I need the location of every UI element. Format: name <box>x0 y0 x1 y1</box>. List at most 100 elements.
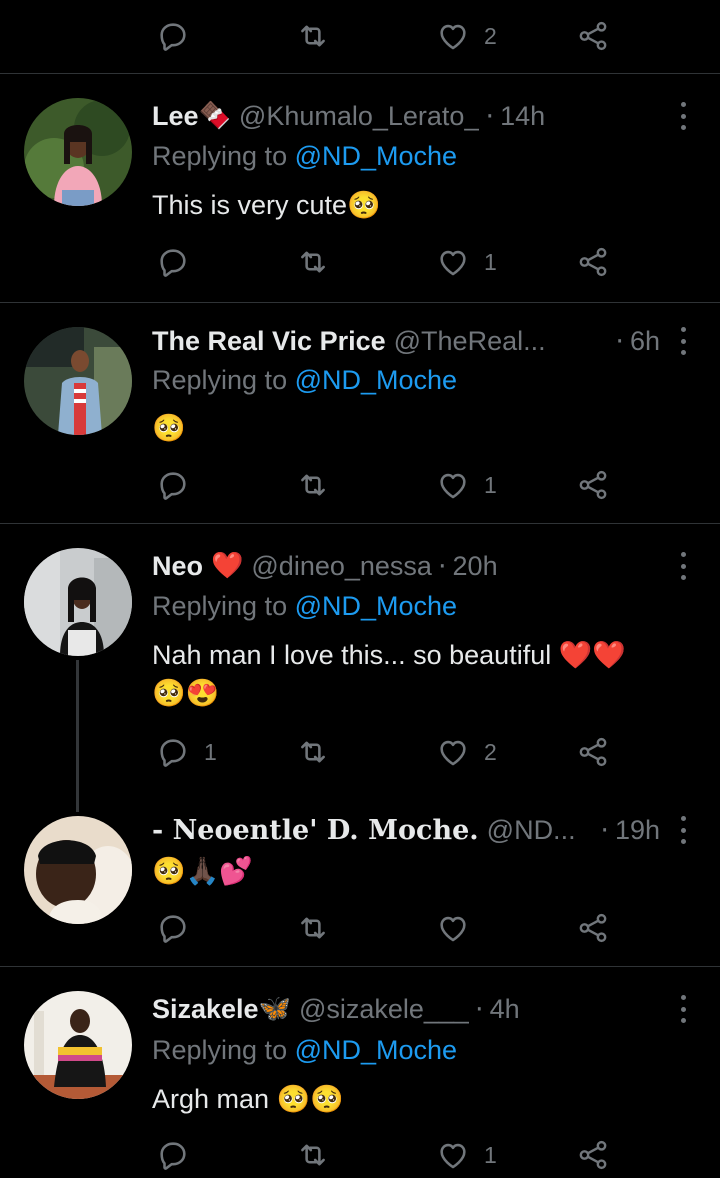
tweet-text: 🥺🙏🏿💕 <box>152 856 253 886</box>
reply-button[interactable]: 1 <box>156 732 217 772</box>
display-name[interactable]: - Neoentle' D. Moche. <box>152 815 479 846</box>
timestamp[interactable]: 19h <box>615 815 660 846</box>
action-bar: 1 <box>152 465 632 505</box>
avatar[interactable] <box>24 991 132 1099</box>
share-button[interactable] <box>576 16 610 56</box>
like-button[interactable]: 2 <box>436 732 497 772</box>
heart-icon <box>436 911 470 945</box>
action-bar <box>152 908 632 948</box>
tweet-header: The Real Vic Price @TheReal... · 6h <box>152 321 660 361</box>
more-options-icon[interactable] <box>676 552 690 580</box>
action-bar: 1 <box>152 1135 632 1175</box>
tweet-text-line: 🥺😍 <box>152 678 220 708</box>
tweet-header: - Neoentle' D. Moche. @ND... · 19h <box>152 810 660 850</box>
reply-count: 1 <box>204 738 217 765</box>
share-icon <box>576 1138 610 1172</box>
retweet-button[interactable] <box>296 242 330 282</box>
retweet-button[interactable] <box>296 1135 330 1175</box>
more-options-icon[interactable] <box>676 102 690 130</box>
mention-link[interactable]: @ND_Moche <box>295 1035 457 1065</box>
display-name[interactable]: Lee <box>152 101 199 132</box>
avatar[interactable] <box>24 327 132 435</box>
avatar[interactable] <box>24 816 132 924</box>
reply-tweet[interactable]: Lee 🍫 @Khumalo_Lerato_ · 14h Replying to… <box>0 74 720 302</box>
share-icon <box>576 245 610 279</box>
reply-button[interactable] <box>156 465 190 505</box>
retweet-icon <box>296 19 330 53</box>
user-handle[interactable]: @TheReal... <box>394 326 546 357</box>
action-bar: 2 <box>152 16 632 56</box>
share-icon <box>576 911 610 945</box>
mention-link[interactable]: @ND_Moche <box>295 591 457 621</box>
reply-button[interactable] <box>156 242 190 282</box>
timestamp[interactable]: 20h <box>453 551 498 582</box>
timestamp[interactable]: 4h <box>490 994 520 1025</box>
tweet-header: Neo ❤️ @dineo_nessa · 20h <box>152 546 660 586</box>
reply-tweet[interactable]: The Real Vic Price @TheReal... · 6h Repl… <box>0 303 720 523</box>
heart-icon <box>436 1138 470 1172</box>
like-button[interactable] <box>436 908 470 948</box>
share-icon <box>576 468 610 502</box>
retweet-button[interactable] <box>296 908 330 948</box>
timestamp[interactable]: 6h <box>630 326 660 357</box>
reply-icon <box>156 1138 190 1172</box>
tweet-text: Nah man I love this... so beautiful ❤️❤️… <box>152 636 680 712</box>
retweet-icon <box>296 911 330 945</box>
separator-dot: · <box>485 100 495 132</box>
share-button[interactable] <box>576 242 610 282</box>
like-button[interactable]: 2 <box>436 16 497 56</box>
retweet-button[interactable] <box>296 465 330 505</box>
replying-to: Replying to @ND_Moche <box>152 1035 457 1066</box>
user-handle[interactable]: @sizakele___ <box>299 994 469 1025</box>
tweet-text: Argh man 🥺🥺 <box>152 1084 344 1114</box>
reply-tweet[interactable]: - Neoentle' D. Moche. @ND... · 19h 🥺🙏🏿💕 <box>0 806 720 966</box>
tweet-text: This is very cute🥺 <box>152 190 381 220</box>
share-button[interactable] <box>576 465 610 505</box>
separator-dot: · <box>474 993 484 1025</box>
reply-icon <box>156 911 190 945</box>
tweet-text: 🥺 <box>152 413 186 443</box>
separator-dot: · <box>615 325 624 357</box>
separator-dot: · <box>437 550 447 582</box>
more-options-icon[interactable] <box>676 816 690 844</box>
share-button[interactable] <box>576 732 610 772</box>
mention-link[interactable]: @ND_Moche <box>295 365 457 395</box>
replying-label: Replying to <box>152 1035 288 1065</box>
retweet-button[interactable] <box>296 732 330 772</box>
more-options-icon[interactable] <box>676 327 690 355</box>
reply-tweet[interactable]: Neo ❤️ @dineo_nessa · 20h Replying to @N… <box>0 524 720 806</box>
tweet-header: Lee 🍫 @Khumalo_Lerato_ · 14h <box>152 96 660 136</box>
user-handle[interactable]: @ND... <box>487 815 576 846</box>
more-options-icon[interactable] <box>676 995 690 1023</box>
previous-tweet-actions: 2 <box>0 0 720 73</box>
reply-button[interactable] <box>156 16 190 56</box>
like-count: 2 <box>484 738 497 765</box>
retweet-button[interactable] <box>296 16 330 56</box>
like-count: 1 <box>484 471 497 498</box>
tweet-header: Sizakele 🦋 @sizakele___ · 4h <box>152 989 660 1029</box>
heart-icon <box>436 468 470 502</box>
like-count: 1 <box>484 1141 497 1168</box>
display-name[interactable]: Sizakele <box>152 994 259 1025</box>
replying-to: Replying to @ND_Moche <box>152 591 457 622</box>
user-handle[interactable]: @Khumalo_Lerato_ <box>239 101 480 132</box>
like-button[interactable]: 1 <box>436 465 497 505</box>
timestamp[interactable]: 14h <box>500 101 545 132</box>
thread-connector-line <box>76 660 79 812</box>
reply-tweet[interactable]: Sizakele 🦋 @sizakele___ · 4h Replying to… <box>0 967 720 1178</box>
share-button[interactable] <box>576 1135 610 1175</box>
mention-link[interactable]: @ND_Moche <box>295 141 457 171</box>
retweet-icon <box>296 245 330 279</box>
user-handle[interactable]: @dineo_nessa <box>251 551 432 582</box>
like-button[interactable]: 1 <box>436 1135 497 1175</box>
avatar[interactable] <box>24 98 132 206</box>
reply-button[interactable] <box>156 1135 190 1175</box>
separator-dot: · <box>600 814 609 846</box>
reply-button[interactable] <box>156 908 190 948</box>
share-button[interactable] <box>576 908 610 948</box>
display-name[interactable]: Neo <box>152 551 203 582</box>
like-button[interactable]: 1 <box>436 242 497 282</box>
reply-icon <box>156 735 190 769</box>
display-name[interactable]: The Real Vic Price <box>152 326 386 357</box>
avatar[interactable] <box>24 548 132 656</box>
